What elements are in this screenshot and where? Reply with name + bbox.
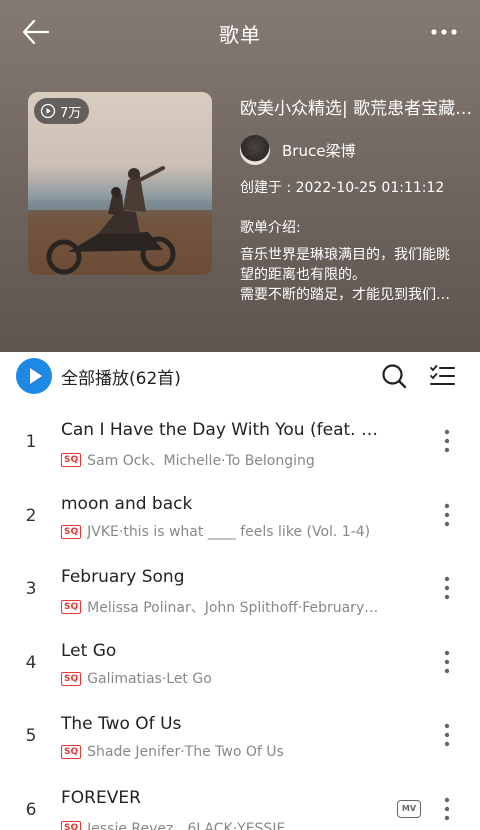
more-button[interactable] (428, 22, 460, 42)
play-circle-icon (40, 103, 56, 119)
playlist-name: 欧美小众精选| 歌荒患者宝藏… (240, 99, 473, 119)
multi-select-button[interactable] (428, 362, 456, 390)
vertical-dots-icon (444, 429, 450, 453)
song-more-button[interactable] (440, 649, 454, 675)
vertical-dots-icon (444, 576, 450, 600)
checklist-icon (430, 365, 455, 385)
list-item[interactable]: 5 The Two Of Us SQ Shade Jenifer·The Two… (0, 698, 480, 772)
song-meta: SQ Melissa Polinar、John Splithoff·Februa… (61, 597, 381, 617)
search-icon (382, 364, 407, 389)
song-meta: SQ Shade Jenifer·The Two Of Us (61, 744, 381, 760)
song-meta: SQ Jessie Reyez、6LACK·YESSIE (61, 818, 381, 830)
created-date: 创建于 : 2022-10-25 01:11:12 (240, 180, 445, 196)
play-count-badge: 7万 (34, 98, 90, 124)
song-index: 6 (25, 799, 37, 820)
more-dots-icon (431, 29, 457, 35)
list-item[interactable]: 4 Let Go SQ Galimatias·Let Go (0, 625, 480, 699)
list-item[interactable]: 1 Can I Have the Day With You (feat. M… … (0, 404, 480, 478)
list-item[interactable]: 3 February Song SQ Melissa Polinar、John … (0, 551, 480, 625)
sq-badge: SQ (61, 600, 82, 615)
sq-badge: SQ (61, 745, 82, 760)
creator-name[interactable]: Bruce梁博 (282, 140, 355, 161)
song-title: moon and back (61, 493, 193, 514)
creator[interactable]: Bruce梁博 (240, 135, 470, 165)
playlist-cover[interactable]: 7万 (28, 92, 212, 275)
vertical-dots-icon (444, 650, 450, 673)
song-title: The Two Of Us (61, 714, 182, 735)
song-title: Let Go (61, 640, 117, 661)
play-all-button[interactable] (16, 358, 52, 394)
song-more-button[interactable] (440, 722, 454, 748)
song-list: 1 Can I Have the Day With You (feat. M… … (0, 404, 480, 830)
sq-badge: SQ (61, 671, 82, 686)
mv-button[interactable]: MV (397, 799, 421, 818)
play-icon (30, 368, 42, 384)
playlist-info: 欧美小众精选| 歌荒患者宝藏… Bruce梁博 创建于 : 2022-10-25… (240, 94, 472, 305)
song-more-button[interactable] (440, 428, 454, 454)
song-artist: Shade Jenifer·The Two Of Us (87, 744, 284, 761)
song-index: 3 (25, 579, 37, 600)
song-meta: SQ JVKE·this is what ____ feels like (Vo… (61, 524, 381, 540)
play-all-label[interactable]: 全部播放(62首) (61, 364, 181, 389)
song-meta: SQ Sam Ock、Michelle·To Belonging (61, 450, 381, 470)
list-item[interactable]: 2 moon and back SQ JVKE·this is what ___… (0, 478, 480, 552)
song-artist: JVKE·this is what ____ feels like (Vol. … (87, 523, 371, 540)
song-index: 5 (25, 726, 37, 747)
song-title: FOREVER (61, 787, 141, 808)
intro-line: 需要不断的踏足，才能见到我们… (240, 287, 450, 303)
song-artist: Galimatias·Let Go (87, 670, 212, 687)
intro-line: 望的距离也有限的。 (240, 267, 366, 283)
song-artist: Jessie Reyez、6LACK·YESSIE (87, 820, 286, 830)
creator-avatar[interactable] (240, 135, 270, 165)
play-all-bar: 全部播放(62首) (0, 352, 480, 400)
song-index: 4 (25, 652, 37, 673)
song-index: 2 (25, 505, 37, 526)
sq-badge: SQ (61, 524, 82, 539)
playlist-header: 歌单 7万 欧美小众精选| 歌荒患者宝藏… Bruce梁博 创建于: 2022… (0, 0, 480, 352)
vertical-dots-icon (444, 503, 450, 526)
sq-badge: SQ (61, 453, 82, 467)
sq-badge: SQ (61, 820, 82, 830)
intro-line: 音乐世界是琳琅满目的，我们能眺 (240, 247, 450, 263)
play-count-text: 7万 (60, 105, 82, 121)
song-more-button[interactable] (440, 502, 454, 528)
song-title: Can I Have the Day With You (feat. M… (61, 420, 381, 440)
song-title: February Song (61, 567, 185, 588)
intro-label: 歌单介绍: (240, 220, 301, 236)
intro-text[interactable]: 音乐世界是琳琅满目的，我们能眺 望的距离也有限的。 需要不断的踏足，才能见到我们… (240, 245, 468, 305)
vertical-dots-icon (444, 724, 450, 747)
top-bar: 歌单 (0, 0, 480, 64)
song-index: 1 (25, 432, 37, 452)
song-meta: SQ Galimatias·Let Go (61, 671, 381, 687)
song-artist: Sam Ock、Michelle·To Belonging (87, 453, 315, 469)
list-item[interactable]: 6 FOREVER SQ Jessie Reyez、6LACK·YESSIE M… (0, 772, 480, 830)
song-more-button[interactable] (440, 796, 454, 822)
vertical-dots-icon (444, 797, 450, 821)
search-button[interactable] (380, 362, 408, 390)
page-title: 歌单 (219, 23, 261, 47)
song-artist: Melissa Polinar、John Splithoff·February… (87, 600, 379, 617)
song-more-button[interactable] (440, 575, 454, 601)
